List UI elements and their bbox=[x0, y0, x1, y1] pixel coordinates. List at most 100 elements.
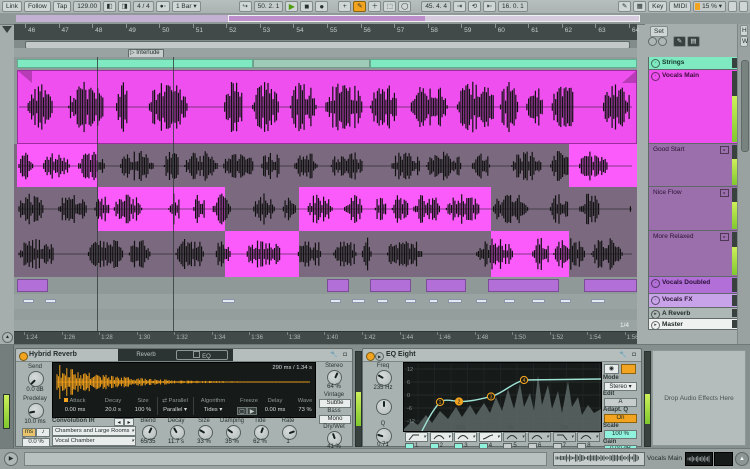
tab-eq[interactable]: EQ bbox=[176, 350, 228, 360]
metronome-toggle[interactable]: ●◦ bbox=[156, 1, 170, 12]
nudge-up-button[interactable]: ◨ bbox=[118, 1, 131, 12]
knob-damping[interactable] bbox=[226, 425, 241, 440]
band-4-filter-select[interactable]: ▾ bbox=[479, 432, 502, 442]
bass-select[interactable]: Mono bbox=[319, 415, 351, 424]
link-button[interactable]: Link bbox=[2, 1, 22, 12]
play-button[interactable]: ▶ bbox=[285, 1, 298, 12]
midi-map-button[interactable]: MIDI bbox=[669, 1, 691, 12]
track-fold-icon[interactable]: ◦ bbox=[651, 296, 660, 305]
knob-value-blend[interactable]: 65/35 bbox=[134, 439, 162, 445]
track-display-1[interactable] bbox=[685, 452, 713, 466]
band-5-filter-select[interactable]: ▾ bbox=[503, 432, 526, 442]
track-row-vocals-fx[interactable] bbox=[14, 294, 637, 310]
zoom-height-button[interactable]: H bbox=[740, 25, 748, 36]
midi-clip[interactable] bbox=[45, 299, 56, 303]
take-highlight[interactable] bbox=[491, 231, 569, 277]
arrangement-tracks[interactable] bbox=[14, 57, 637, 331]
set-locator-button[interactable]: Set bbox=[650, 26, 668, 37]
zoom-width-button[interactable]: W bbox=[740, 36, 748, 47]
draw-mode-button[interactable]: ✎ bbox=[618, 1, 631, 12]
take-lane-nice-flow[interactable] bbox=[14, 187, 637, 232]
time-ruler[interactable]: 1:241:261:281:301:321:341:361:381:401:42… bbox=[14, 331, 637, 345]
track-row-strings[interactable] bbox=[14, 57, 637, 71]
midi-clip[interactable] bbox=[330, 299, 341, 303]
midi-clip[interactable] bbox=[591, 299, 606, 303]
band-3-filter-select[interactable]: ▾ bbox=[454, 432, 477, 442]
sync-toggle[interactable]: ♪ bbox=[36, 428, 50, 437]
vintage-select[interactable]: Subtle bbox=[319, 399, 351, 408]
fold-device-icon[interactable]: ◘ bbox=[341, 351, 349, 359]
track-header-strings[interactable]: ◦Strings bbox=[648, 57, 739, 70]
track-fold-icon[interactable]: ◦ bbox=[651, 59, 660, 68]
track-header-nice-flow[interactable]: Nice Flow▸ bbox=[648, 187, 739, 231]
midi-clip[interactable] bbox=[222, 299, 236, 303]
freeze-out-button[interactable]: ▶ bbox=[247, 407, 257, 415]
knob-value-damping[interactable]: 35 % bbox=[218, 439, 246, 445]
track-header-master[interactable]: ▸Master bbox=[648, 319, 739, 330]
analyze-toggle[interactable] bbox=[621, 364, 636, 374]
ms-toggle[interactable]: ms bbox=[22, 428, 36, 437]
midi-clip[interactable] bbox=[476, 299, 487, 303]
edit-ab-button[interactable]: A bbox=[604, 398, 637, 407]
band-8-filter-select[interactable]: ▾ bbox=[577, 432, 600, 442]
eq-eight-device[interactable]: ▶ EQ Eight 🔧 ◘ Freq 235 Hz Q 0.71 1260-6… bbox=[362, 348, 642, 447]
adaptq-toggle[interactable]: On bbox=[604, 414, 637, 423]
stereo-knob[interactable] bbox=[327, 370, 342, 385]
freeze-in-button[interactable]: ▢ bbox=[237, 407, 247, 415]
punch-out-button[interactable]: ⇤ bbox=[483, 1, 496, 12]
track-header-good-start[interactable]: Good Start▸ bbox=[648, 144, 739, 187]
show-hide-panel-button[interactable]: ▲ bbox=[735, 452, 749, 466]
automation-arm-button[interactable]: ✎ bbox=[353, 1, 366, 12]
take-lane-good-start[interactable] bbox=[14, 144, 637, 188]
hybrid-reverb-device[interactable]: Hybrid Reverb Reverb EQ 🔧 ◘ Send 0.0 dB … bbox=[15, 348, 353, 447]
hybrid-reverb-titlebar[interactable]: Hybrid Reverb Reverb EQ 🔧 ◘ bbox=[16, 349, 352, 362]
knob-value-decay[interactable]: 11.7 s bbox=[162, 439, 190, 445]
band-2-filter-select[interactable]: ▾ bbox=[430, 432, 453, 442]
overview-viewport[interactable] bbox=[228, 15, 640, 22]
band-6-filter-select[interactable]: ▾ bbox=[528, 432, 551, 442]
device-on-toggle[interactable] bbox=[19, 352, 28, 361]
midi-clip[interactable] bbox=[352, 299, 366, 303]
ir-prev-button[interactable]: ◂ bbox=[114, 418, 124, 426]
knob-rate[interactable] bbox=[282, 425, 297, 440]
param-value-parallel[interactable]: Parallel ▾ bbox=[157, 407, 193, 413]
spectrum-toggle[interactable]: ◉ bbox=[604, 364, 619, 374]
arrangement-position-field[interactable]: 50. 2. 1 bbox=[254, 1, 284, 12]
take-highlight[interactable] bbox=[17, 144, 98, 187]
punch-in-button[interactable]: ⇥ bbox=[453, 1, 466, 12]
midi-clip[interactable] bbox=[405, 299, 416, 303]
take-lane-icon[interactable]: ▸ bbox=[720, 146, 729, 154]
time-signature-field[interactable]: 4 / 4 bbox=[133, 1, 154, 12]
audio-clip[interactable] bbox=[327, 279, 349, 292]
bar-ruler[interactable]: 46474849505152535455565758596061626364 bbox=[14, 24, 637, 41]
take-highlight[interactable] bbox=[98, 187, 225, 231]
overdub-button[interactable]: + bbox=[338, 1, 351, 12]
tempo-field[interactable]: 129.00 bbox=[73, 1, 101, 12]
quantization-menu[interactable]: 1 Bar ▾ bbox=[172, 1, 201, 12]
take-lane-button[interactable]: ▤ bbox=[687, 36, 700, 47]
loop-button[interactable]: ⟲ bbox=[468, 1, 481, 12]
stereo-value[interactable]: 64 % bbox=[316, 384, 352, 390]
loop-length-field[interactable]: 16. 0. 1 bbox=[498, 1, 528, 12]
punch-position-field[interactable]: 45. 4. 4 bbox=[421, 1, 451, 12]
mode-select[interactable]: Stereo ▾ bbox=[604, 382, 637, 391]
computer-midi-keyboard-button[interactable]: ▦ bbox=[633, 1, 646, 12]
fold-arrow[interactable] bbox=[2, 26, 12, 38]
take-highlight[interactable] bbox=[569, 144, 637, 187]
take-lane-more-relaxed[interactable] bbox=[14, 231, 637, 278]
knob-value-size[interactable]: 33 % bbox=[190, 439, 218, 445]
audio-clip[interactable] bbox=[253, 59, 371, 68]
track-header-vocals-main[interactable]: ◦Vocals Main bbox=[648, 70, 739, 144]
reverb-display[interactable]: 290 ms / 1.34 s Attack0.00 msDecay20.0 s… bbox=[52, 362, 316, 418]
band-1-filter-select[interactable]: ▾ bbox=[405, 432, 428, 442]
track-fold-icon[interactable]: ◦ bbox=[651, 72, 660, 81]
capture-midi-button[interactable]: ⬚ bbox=[383, 1, 396, 12]
audio-clip[interactable] bbox=[584, 279, 637, 292]
audio-clip[interactable] bbox=[370, 59, 637, 68]
param-value-attack[interactable]: 0.00 ms bbox=[57, 407, 93, 413]
predelay-knob[interactable] bbox=[28, 403, 44, 419]
track-row-vocals-main[interactable] bbox=[14, 70, 637, 145]
ir-next-button[interactable]: ▸ bbox=[124, 418, 134, 426]
follow-playhead-button[interactable]: ↪ bbox=[239, 1, 252, 12]
track-display-2[interactable] bbox=[714, 452, 733, 466]
